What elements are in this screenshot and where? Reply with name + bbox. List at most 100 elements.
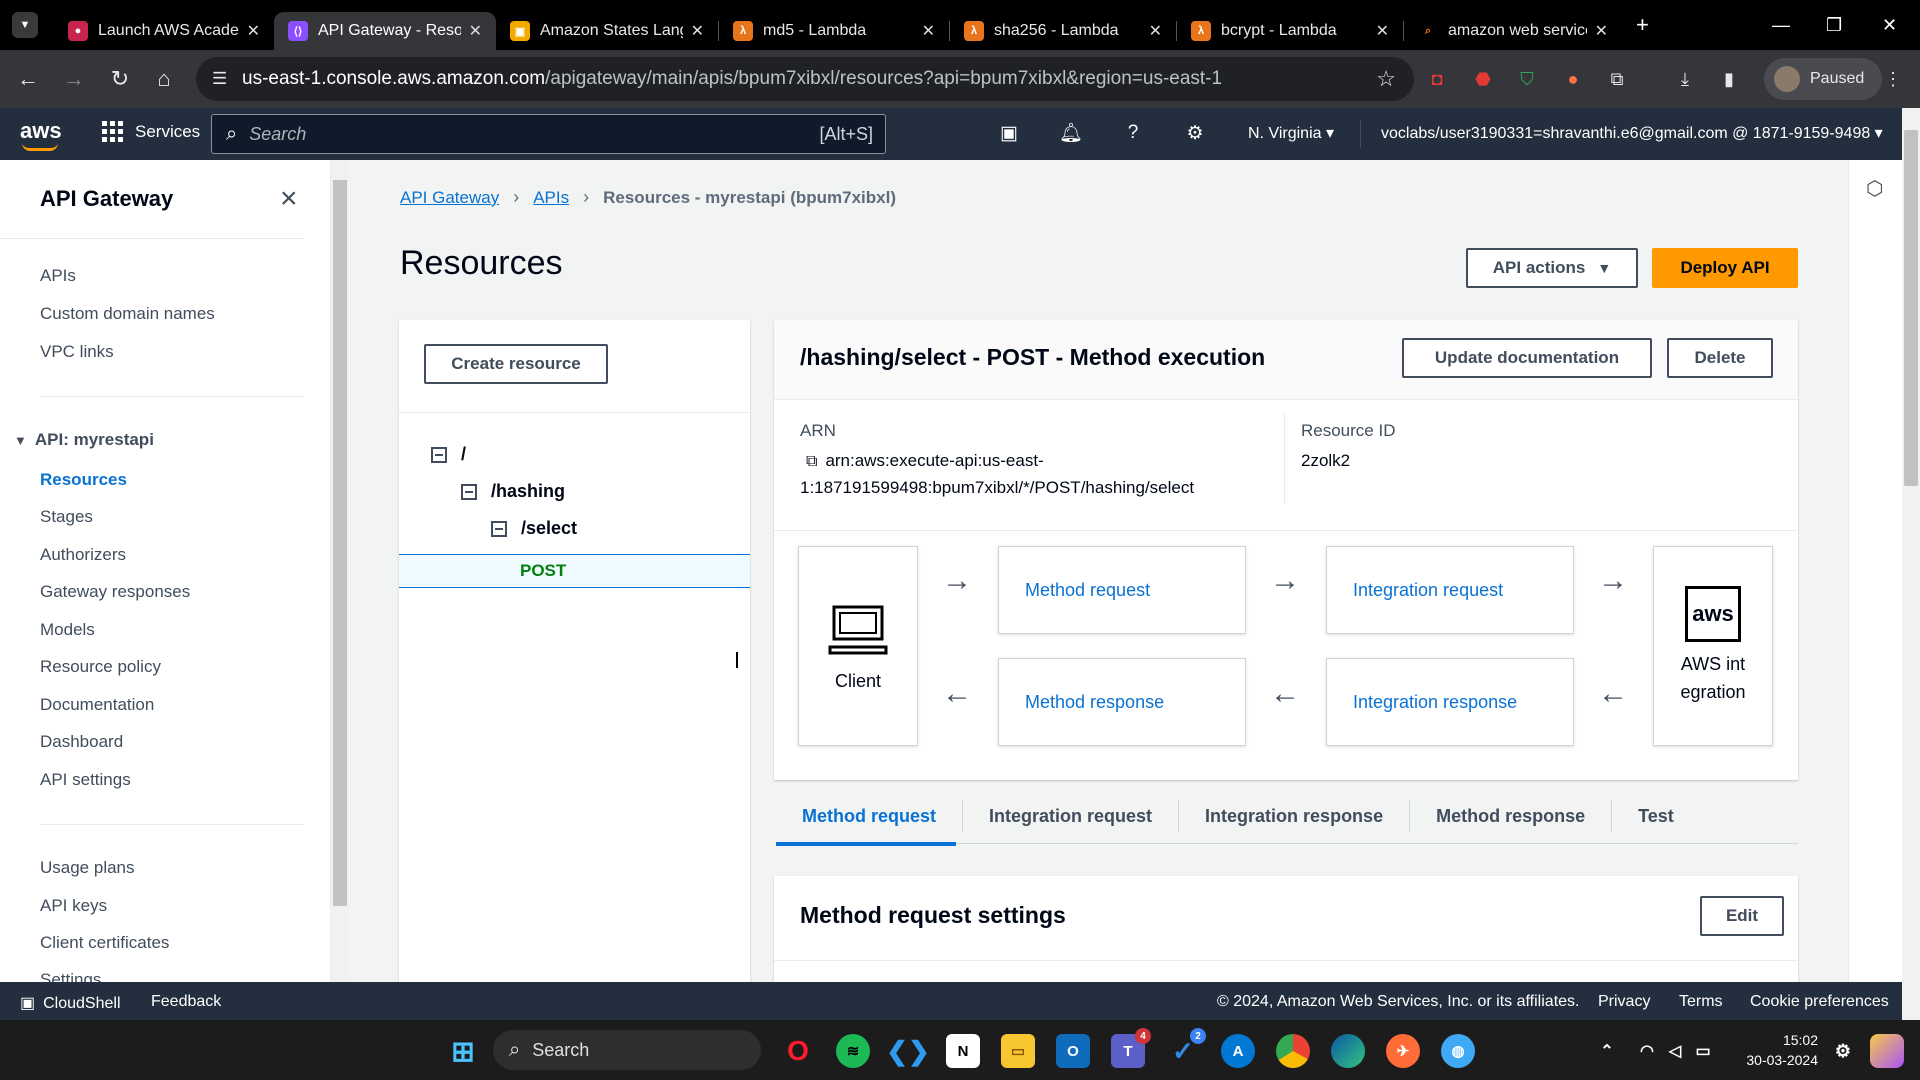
close-window-button[interactable]: ✕ [1882, 0, 1897, 50]
forward-button[interactable]: → [52, 66, 96, 92]
sidebar-item-resource-policy[interactable]: Resource policy [40, 657, 161, 677]
aws-search-input[interactable]: ⌕ Search [Alt+S] [211, 114, 886, 154]
browser-tab-launch-aws[interactable]: ● Launch AWS Academ ✕ [54, 12, 274, 50]
tree-node-hashing[interactable]: /hashing [461, 481, 565, 502]
edge-icon[interactable] [1331, 1034, 1365, 1068]
terms-link[interactable]: Terms [1679, 993, 1723, 1011]
chrome-icon[interactable] [1276, 1034, 1310, 1068]
back-button[interactable]: ← [6, 66, 50, 92]
account-menu[interactable]: voclabs/user3190331=shravanthi.e6@gmail.… [1381, 123, 1883, 143]
tab-integration-request[interactable]: Integration request [963, 800, 1180, 832]
sidebar-item-usage-plans[interactable]: Usage plans [40, 858, 135, 878]
sidebar-item-settings[interactable]: Settings [40, 970, 101, 982]
privacy-link[interactable]: Privacy [1598, 993, 1650, 1011]
sidebar-item-gateway-responses[interactable]: Gateway responses [40, 582, 190, 602]
outlook-icon[interactable]: O [1056, 1034, 1090, 1068]
settings-gear-icon[interactable]: ⚙ [1182, 120, 1208, 146]
notifications-icon[interactable]: ⚙ [1826, 1034, 1860, 1068]
cloudshell-icon[interactable]: ▣ [996, 120, 1022, 146]
collapse-icon[interactable] [491, 520, 507, 537]
close-icon[interactable]: × [280, 182, 298, 216]
browser-menu-icon[interactable]: ⋮ [1880, 66, 1906, 92]
battery-icon[interactable]: ▭ [1686, 1034, 1720, 1068]
delete-button[interactable]: Delete [1667, 338, 1773, 378]
browser-tab-bcrypt[interactable]: λ bcrypt - Lambda ✕ [1177, 12, 1403, 50]
sidebar-item-authorizers[interactable]: Authorizers [40, 545, 126, 565]
notion-icon[interactable]: N [946, 1034, 980, 1068]
cookie-preferences-link[interactable]: Cookie preferences [1750, 993, 1889, 1011]
new-tab-button[interactable]: + [1636, 12, 1649, 38]
shield-extension-icon[interactable]: ⛉ [1514, 66, 1540, 92]
side-panel-icon[interactable]: ▮ [1716, 66, 1742, 92]
browser-tab-amazon-web-services[interactable]: ⌕ amazon web services ✕ [1404, 12, 1622, 50]
close-tab-icon[interactable]: ✕ [247, 21, 260, 41]
restore-button[interactable]: ❐ [1826, 0, 1842, 50]
method-request-box[interactable]: Method request [998, 546, 1246, 634]
sidebar-item-documentation[interactable]: Documentation [40, 695, 154, 715]
sidebar-item-api-keys[interactable]: API keys [40, 896, 107, 916]
globe-app-icon[interactable]: ◍ [1441, 1034, 1475, 1068]
close-tab-icon[interactable]: ✕ [1149, 21, 1162, 41]
cloudshell-button[interactable]: ▣ CloudShell [20, 993, 121, 1013]
update-documentation-button[interactable]: Update documentation [1402, 338, 1652, 378]
tree-node-select[interactable]: /select [491, 518, 577, 539]
browser-tab-sha256[interactable]: λ sha256 - Lambda ✕ [950, 12, 1176, 50]
feedback-link[interactable]: Feedback [151, 993, 221, 1011]
breadcrumb-apis[interactable]: APIs [533, 188, 569, 208]
sidebar-scrollbar-thumb[interactable] [333, 180, 347, 906]
browser-tab-states-language[interactable]: ▣ Amazon States Langu ✕ [496, 12, 718, 50]
sidebar-item-stages[interactable]: Stages [40, 507, 93, 527]
home-button[interactable]: ⌂ [142, 66, 186, 92]
copilot-icon[interactable] [1870, 1034, 1904, 1068]
resize-handle[interactable] [736, 652, 738, 668]
file-explorer-icon[interactable]: ▭ [1001, 1034, 1035, 1068]
sidebar-item-vpc-links[interactable]: VPC links [40, 342, 114, 362]
extension-icon[interactable]: ● [1560, 66, 1586, 92]
todo-icon[interactable]: ✓ 2 [1166, 1028, 1206, 1068]
copy-icon[interactable]: ⧉ [806, 449, 817, 475]
api-actions-button[interactable]: API actions ▼ [1466, 248, 1638, 288]
aws-logo[interactable]: aws [20, 118, 62, 151]
tab-search-button[interactable]: ▼ [12, 12, 38, 38]
opera-icon[interactable]: O [781, 1034, 815, 1068]
tab-integration-response[interactable]: Integration response [1179, 800, 1411, 832]
site-info-icon[interactable]: ☰ [212, 69, 227, 89]
tree-node-root[interactable]: / [431, 444, 466, 465]
collapse-icon[interactable] [431, 446, 447, 463]
edit-button[interactable]: Edit [1700, 896, 1784, 936]
services-menu-button[interactable]: Services [102, 121, 200, 142]
sidebar-section-api[interactable]: ▼ API: myrestapi [14, 430, 154, 450]
sidebar-item-models[interactable]: Models [40, 620, 95, 640]
integration-response-box[interactable]: Integration response [1326, 658, 1574, 746]
sidebar-item-dashboard[interactable]: Dashboard [40, 732, 123, 752]
sidebar-item-apis[interactable]: APIs [40, 266, 76, 286]
sidebar-item-client-certificates[interactable]: Client certificates [40, 933, 169, 953]
extensions-puzzle-icon[interactable]: ⧉ [1604, 66, 1630, 92]
reload-button[interactable]: ↻ [98, 66, 142, 92]
tab-test[interactable]: Test [1612, 800, 1700, 832]
notifications-bell-icon[interactable]: 🔔︎ [1058, 120, 1084, 146]
tree-node-post-method[interactable]: POST [399, 554, 750, 588]
pocket-extension-icon[interactable]: ◘ [1424, 66, 1450, 92]
info-panel-icon[interactable]: ⬡ [1866, 176, 1883, 201]
chevron-up-icon[interactable]: ⌃ [1590, 1034, 1624, 1068]
close-tab-icon[interactable]: ✕ [1595, 21, 1608, 41]
help-icon[interactable]: ? [1120, 120, 1146, 146]
adblock-extension-icon[interactable]: ⬣ [1470, 66, 1496, 92]
integration-request-box[interactable]: Integration request [1326, 546, 1574, 634]
close-tab-icon[interactable]: ✕ [691, 21, 704, 41]
address-bar[interactable]: ☰ us-east-1.console.aws.amazon.com/apiga… [196, 57, 1414, 101]
browser-tab-api-gateway[interactable]: ⟨⟩ API Gateway - Resou ✕ [274, 12, 496, 50]
close-tab-icon[interactable]: ✕ [922, 21, 935, 41]
profile-button[interactable]: Paused [1764, 58, 1882, 100]
download-icon[interactable]: ⤓ [1672, 66, 1698, 92]
deploy-api-button[interactable]: Deploy API [1652, 248, 1798, 288]
sidebar-item-api-settings[interactable]: API settings [40, 770, 131, 790]
region-selector[interactable]: N. Virginia ▾ [1248, 123, 1334, 143]
bookmark-star-icon[interactable]: ☆ [1376, 66, 1396, 92]
page-scrollbar-thumb[interactable] [1904, 130, 1918, 486]
system-clock[interactable]: 15:02 30-03-2024 [1734, 1030, 1818, 1070]
close-tab-icon[interactable]: ✕ [1376, 21, 1389, 41]
tab-method-request[interactable]: Method request [776, 800, 964, 832]
method-response-box[interactable]: Method response [998, 658, 1246, 746]
